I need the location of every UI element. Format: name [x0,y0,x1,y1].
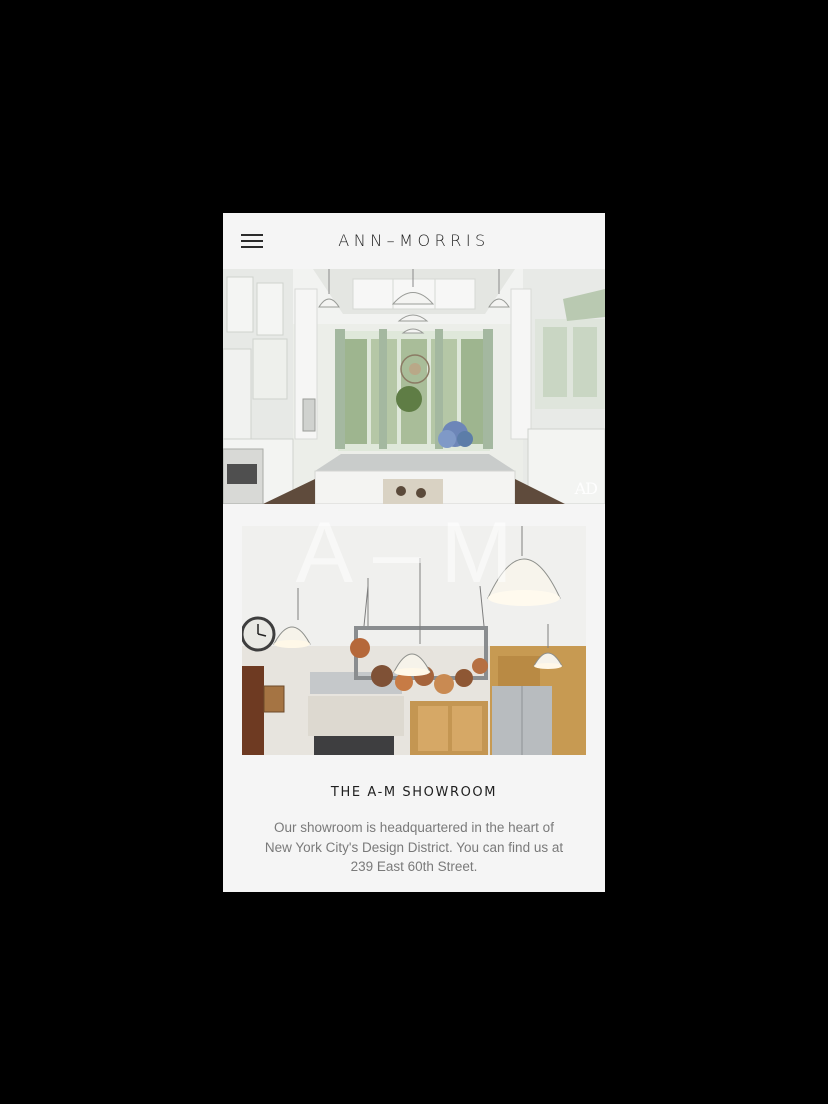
ad-badge: AD [574,479,598,498]
menu-line [241,234,263,236]
hero-image: AD [223,269,605,504]
menu-line [241,246,263,248]
showroom-description: Our showroom is headquartered in the hea… [264,820,564,874]
site-logo[interactable]: ANN–MORRIS [283,230,545,252]
hamburger-menu-icon[interactable] [241,233,263,249]
showroom-title: THE A-M SHOWROOM [330,785,498,800]
menu-line [241,240,263,242]
showroom-illustration [242,526,586,755]
site-header: ANN–MORRIS [223,213,605,269]
phone-screen: ANN–MORRIS AD A–M THE A-M SHOWROOM Our s… [223,213,605,892]
showroom-photo [242,526,586,755]
kitchen-illustration [223,269,605,504]
